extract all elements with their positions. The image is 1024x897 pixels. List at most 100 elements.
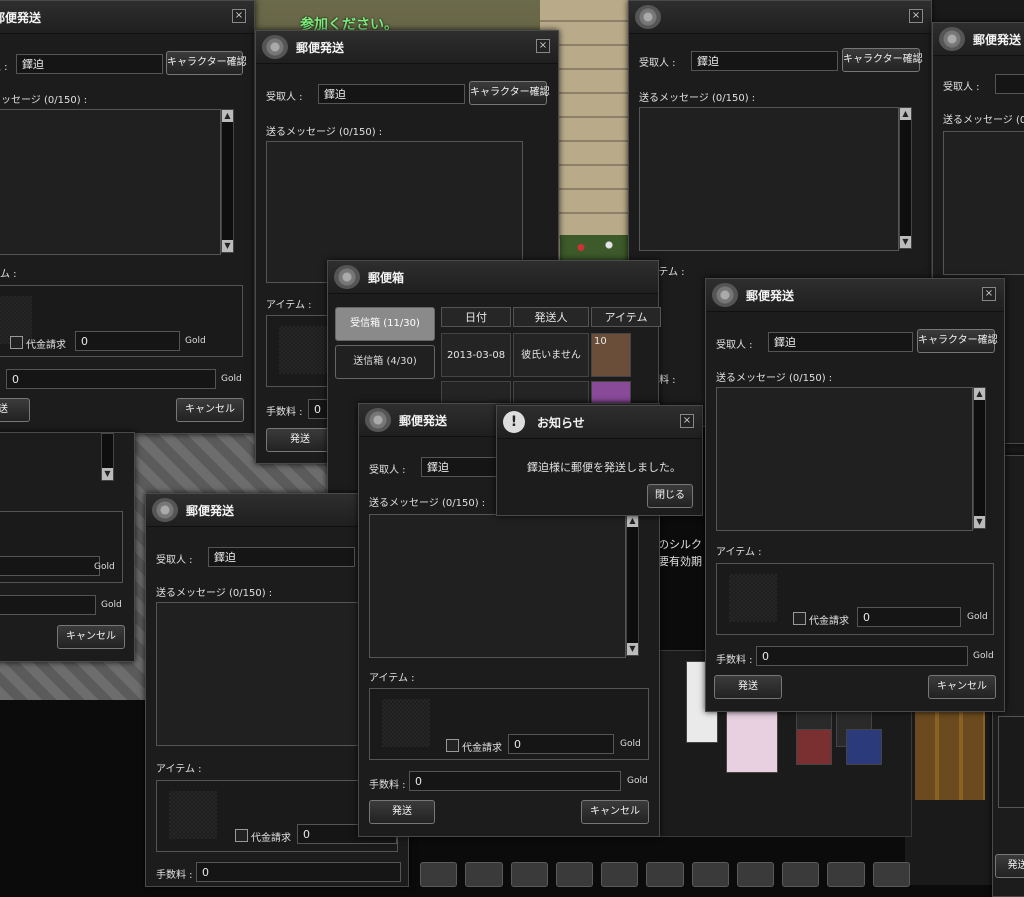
cancel-button[interactable]: キャンセル (581, 800, 649, 824)
message-textarea[interactable] (943, 131, 1024, 275)
cod-checkbox[interactable] (793, 612, 806, 625)
character-check-button[interactable]: キャラクター確認 (917, 329, 998, 353)
message-textarea[interactable] (639, 107, 899, 251)
character-check-button[interactable]: キャラクター確認 (166, 51, 247, 75)
scrollbar[interactable]: ▲ ▼ (973, 387, 986, 529)
close-icon[interactable]: × (909, 9, 923, 23)
recipient-input[interactable]: 鐸迫 (768, 332, 913, 352)
cancel-button[interactable]: キャンセル (57, 625, 125, 649)
mail-send-window[interactable]: 郵便発送 × 受取人 : 鐸迫 キャラクター確認 送るメッセージ (0/150)… (0, 0, 255, 434)
scroll-down-icon[interactable]: ▼ (627, 643, 638, 655)
window-title: 郵便発送 (186, 504, 235, 518)
tab-inbox[interactable]: 受信箱 (11/30) (335, 307, 435, 341)
inventory-slot[interactable] (846, 729, 882, 765)
scroll-down-icon[interactable]: ▼ (102, 468, 113, 480)
scroll-up-icon[interactable]: ▲ (900, 108, 911, 120)
message-textarea[interactable] (0, 109, 221, 255)
item-drop-area[interactable] (998, 716, 1024, 808)
recipient-input[interactable]: 鐸迫 (208, 547, 355, 567)
scrollbar[interactable]: ▲ ▼ (899, 107, 912, 249)
cancel-button[interactable]: キャンセル (176, 398, 244, 422)
window-titlebar[interactable]: 郵便発送 (933, 23, 1024, 56)
recipient-input[interactable] (995, 74, 1024, 94)
character-check-button[interactable]: キャラクター確認 (842, 48, 923, 72)
hotbar-slot[interactable] (510, 862, 548, 887)
cod-checkbox[interactable] (10, 336, 23, 349)
cod-input[interactable]: 0 (75, 331, 180, 351)
window-titlebar[interactable]: × (629, 1, 931, 34)
send-button[interactable]: 発送 (0, 398, 30, 422)
item-drop-area[interactable]: 代金請求 0 Gold (369, 688, 649, 760)
cod-input[interactable]: 0 (508, 734, 614, 754)
partial-text: 要有効期 (658, 555, 702, 568)
hotbar-slot[interactable] (782, 862, 820, 887)
scrollbar[interactable]: ▼ (101, 433, 114, 481)
window-titlebar[interactable]: 郵便発送 × (0, 1, 254, 34)
column-header-date[interactable]: 日付 (441, 307, 511, 327)
scroll-up-icon[interactable]: ▲ (974, 388, 985, 400)
hotbar-slot[interactable] (872, 862, 910, 887)
mail-sender-cell[interactable]: 彼氏いません (513, 333, 589, 377)
column-header-item[interactable]: アイテム (591, 307, 661, 327)
window-titlebar[interactable]: 郵便発送 × (256, 31, 558, 64)
close-icon[interactable]: × (536, 39, 550, 53)
item-drop-area[interactable]: 代金請求 0 Gold (716, 563, 994, 635)
cod-checkbox[interactable] (446, 739, 459, 752)
hotbar[interactable] (415, 862, 910, 887)
hotbar-slot[interactable] (465, 862, 503, 887)
column-header-sender[interactable]: 発送人 (513, 307, 589, 327)
character-check-button[interactable]: キャラクター確認 (469, 81, 550, 105)
message-textarea[interactable] (369, 514, 626, 658)
hotbar-slot[interactable] (420, 862, 458, 887)
scrollbar[interactable]: ▲ ▼ (221, 109, 234, 253)
item-slot[interactable] (382, 699, 430, 747)
recipient-label: 受取人 : (369, 465, 406, 476)
recipient-input[interactable]: 鐸迫 (318, 84, 465, 104)
close-icon[interactable]: × (680, 414, 694, 428)
notice-dialog[interactable]: ! お知らせ × 鐸迫様に郵便を発送しました。 閉じる (496, 405, 703, 516)
window-titlebar[interactable]: 郵便発送 × (706, 279, 1004, 312)
cancel-button[interactable]: キャンセル (928, 675, 996, 699)
message-textarea[interactable] (716, 387, 973, 531)
item-drop-area[interactable]: 代金請求 0 Gold (0, 285, 243, 357)
scroll-down-icon[interactable]: ▼ (974, 516, 985, 528)
window-titlebar[interactable]: 郵便箱 (328, 261, 658, 294)
item-slot[interactable] (169, 791, 217, 839)
cod-checkbox[interactable] (235, 829, 248, 842)
scroll-down-icon[interactable]: ▼ (222, 240, 233, 252)
hotbar-slot[interactable] (827, 862, 865, 887)
close-icon[interactable]: × (232, 9, 246, 23)
fee-input: 0 (196, 862, 401, 882)
window-titlebar[interactable]: ! お知らせ × (497, 406, 702, 439)
hotbar-slot[interactable] (646, 862, 684, 887)
hotbar-slot[interactable] (736, 862, 775, 887)
hotbar-slot[interactable] (691, 862, 729, 887)
item-slot[interactable] (729, 574, 777, 622)
send-button[interactable]: 発送 (266, 428, 334, 452)
scroll-down-icon[interactable]: ▼ (900, 236, 911, 248)
scroll-up-icon[interactable]: ▲ (627, 515, 638, 527)
cod-input[interactable] (0, 556, 100, 576)
recipient-input[interactable]: 鐸迫 (691, 51, 838, 71)
fee-input (0, 595, 96, 615)
hotbar-slot[interactable] (601, 862, 639, 887)
inventory-slot[interactable] (796, 729, 832, 765)
mail-date-cell[interactable]: 2013-03-08 (441, 333, 511, 377)
item-drop-area[interactable] (0, 511, 123, 583)
mail-send-window[interactable]: ▼ Gold Gold キャンセル (0, 432, 135, 662)
tab-outbox[interactable]: 送信箱 (4/30) (335, 345, 435, 379)
cod-input[interactable]: 0 (857, 607, 961, 627)
mail-item-icon[interactable]: 10 (591, 333, 631, 377)
hotbar-slot[interactable] (555, 862, 594, 887)
send-button[interactable]: 発送 (369, 800, 435, 824)
recipient-input[interactable]: 鐸迫 (421, 457, 501, 477)
send-button[interactable]: 発送 (714, 675, 782, 699)
recipient-input[interactable]: 鐸迫 (16, 54, 163, 74)
send-button[interactable]: 発送 (995, 854, 1024, 878)
close-icon[interactable]: × (982, 287, 996, 301)
scroll-up-icon[interactable]: ▲ (222, 110, 233, 122)
notice-close-button[interactable]: 閉じる (647, 484, 693, 508)
item-slot[interactable] (279, 326, 327, 374)
mail-send-window[interactable]: 郵便発送 × 受取人 : 鐸迫 キャラクター確認 送るメッセージ (0/150)… (705, 278, 1005, 712)
scrollbar[interactable]: ▲ ▼ (626, 514, 639, 656)
